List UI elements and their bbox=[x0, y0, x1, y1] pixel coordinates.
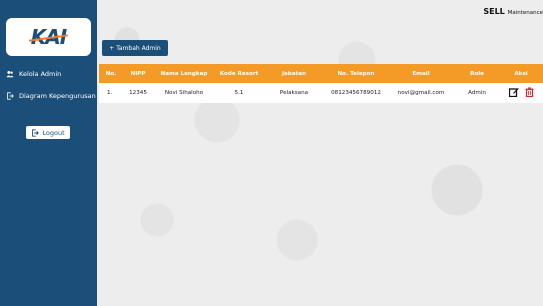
col-header-nama: Nama Lengkap bbox=[160, 70, 208, 77]
brand-title: SELL Maintenance bbox=[483, 7, 543, 16]
col-header-telepon: No. Telepon bbox=[337, 70, 375, 77]
logout-icon bbox=[32, 128, 40, 137]
cell-email: novi@gmail.com bbox=[397, 90, 445, 96]
col-header-kode-resort: Kode Resort bbox=[219, 70, 259, 77]
logout-arrow-icon bbox=[7, 92, 14, 100]
cell-no: 1. bbox=[107, 90, 113, 96]
brand-name: SELL bbox=[483, 7, 505, 16]
edit-icon[interactable] bbox=[508, 87, 519, 97]
cell-telepon: 08123456789012 bbox=[331, 90, 381, 96]
col-header-nipp: NIPP bbox=[130, 70, 146, 77]
users-icon bbox=[6, 70, 14, 78]
add-admin-button[interactable]: + Tambah Admin bbox=[102, 40, 168, 56]
table-header-row: No. NIPP Nama Lengkap Kode Resort Jabata… bbox=[99, 64, 543, 83]
logout-label: Logout bbox=[42, 128, 65, 137]
brand-subtitle: Maintenance bbox=[507, 10, 543, 16]
cell-aksi bbox=[499, 83, 543, 103]
col-header-role: Role bbox=[470, 70, 484, 77]
cell-nipp: 12345 bbox=[129, 90, 147, 96]
sidebar-item-label: Kelola Admin bbox=[19, 70, 62, 78]
kai-logo: KAI bbox=[6, 18, 91, 56]
main-content: SELL Maintenance + Tambah Admin No. NIPP… bbox=[97, 0, 543, 306]
sidebar-item-label: Diagram Kepengurusan bbox=[19, 92, 96, 100]
sidebar: KAI Kelola Admin Diagram Kepengurusan Lo… bbox=[0, 0, 97, 306]
col-header-email: Email bbox=[412, 70, 430, 77]
col-header-no: No. bbox=[105, 70, 117, 77]
cell-jabatan: Pelaksana bbox=[279, 90, 309, 96]
cell-nama: Novi Sihaloho bbox=[164, 90, 204, 96]
sidebar-item-diagram-kepengurusan[interactable]: Diagram Kepengurusan bbox=[6, 92, 96, 100]
sidebar-item-kelola-admin[interactable]: Kelola Admin bbox=[6, 70, 61, 78]
cell-kode-resort: 5.1 bbox=[234, 90, 244, 96]
table-row: 1. 12345 Novi Sihaloho 5.1 Pelaksana 081… bbox=[99, 83, 543, 103]
col-header-aksi: Aksi bbox=[514, 70, 528, 77]
col-header-jabatan: Jabatan bbox=[281, 70, 307, 77]
admin-table: No. NIPP Nama Lengkap Kode Resort Jabata… bbox=[99, 64, 543, 103]
cell-role: Admin bbox=[468, 90, 486, 96]
logout-button[interactable]: Logout bbox=[26, 126, 70, 139]
trash-icon[interactable] bbox=[525, 87, 534, 97]
